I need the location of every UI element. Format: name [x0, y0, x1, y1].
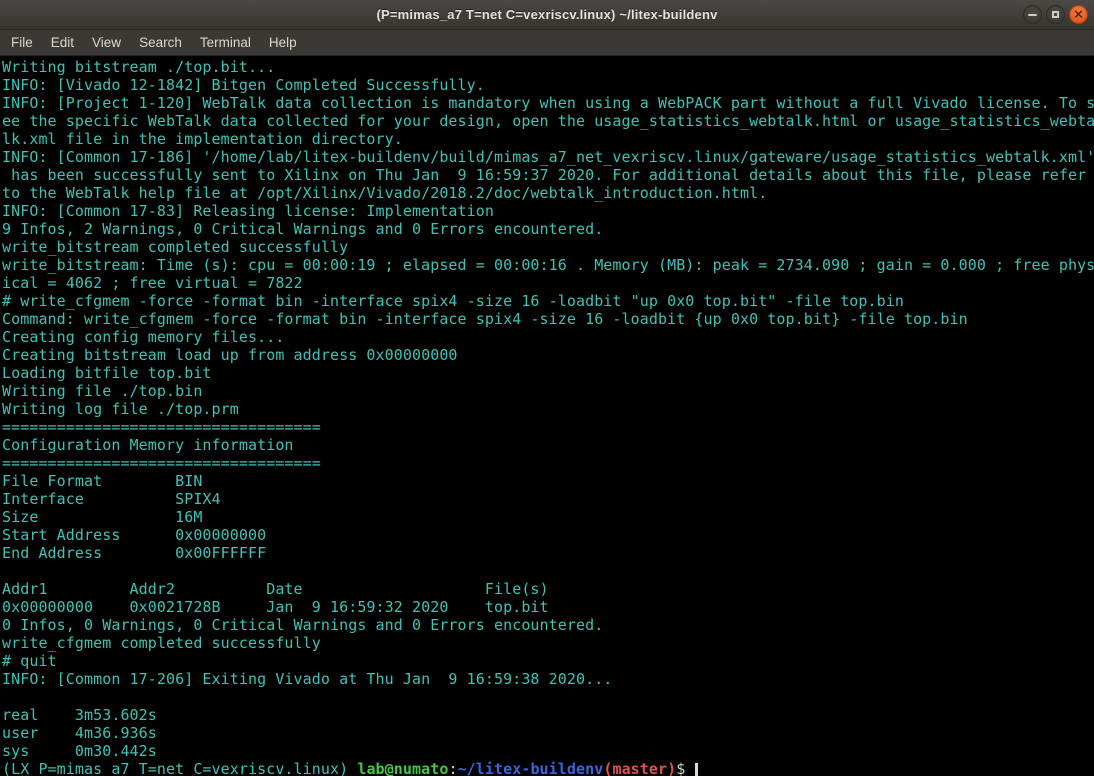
terminal-line: Size 16M	[2, 508, 1094, 526]
menu-item-help[interactable]: Help	[260, 32, 306, 53]
terminal-line: Interface SPIX4	[2, 490, 1094, 508]
menubar: FileEditViewSearchTerminalHelp	[0, 30, 1094, 56]
terminal-line: to the WebTalk help file at /opt/Xilinx/…	[2, 184, 1094, 202]
terminal-line: user 4m36.936s	[2, 724, 1094, 742]
menu-item-terminal[interactable]: Terminal	[191, 32, 260, 53]
terminal-line: INFO: [Common 17-186] '/home/lab/litex-b…	[2, 148, 1094, 166]
terminal-line: write_bitstream: Time (s): cpu = 00:00:1…	[2, 256, 1094, 274]
maximize-icon	[1052, 11, 1059, 18]
terminal-line: INFO: [Project 1-120] WebTalk data colle…	[2, 94, 1094, 112]
minimize-button[interactable]	[1023, 5, 1042, 24]
terminal-line: Writing bitstream ./top.bit...	[2, 58, 1094, 76]
terminal-line: Command: write_cfgmem -force -format bin…	[2, 310, 1094, 328]
terminal-line: lk.xml file in the implementation direct…	[2, 130, 1094, 148]
terminal-line: 0 Infos, 0 Warnings, 0 Critical Warnings…	[2, 616, 1094, 634]
terminal-line: ee the specific WebTalk data collected f…	[2, 112, 1094, 130]
terminal-line: Addr1 Addr2 Date File(s)	[2, 580, 1094, 598]
terminal-output[interactable]: Writing bitstream ./top.bit...INFO: [Viv…	[0, 56, 1094, 776]
terminal-line: has been successfully sent to Xilinx on …	[2, 166, 1094, 184]
prompt-segment-gray: :	[448, 760, 457, 776]
terminal-line: write_cfgmem completed successfully	[2, 634, 1094, 652]
terminal-line: write_bitstream completed successfully	[2, 238, 1094, 256]
terminal-line: End Address 0x00FFFFFF	[2, 544, 1094, 562]
terminal-line: INFO: [Common 17-83] Releasing license: …	[2, 202, 1094, 220]
terminal-line: # quit	[2, 652, 1094, 670]
terminal-line: ical = 4062 ; free virtual = 7822	[2, 274, 1094, 292]
terminal-line: sys 0m30.442s	[2, 742, 1094, 760]
menu-item-file[interactable]: File	[2, 32, 42, 53]
prompt-segment-blue: ~/litex-buildenv	[458, 760, 604, 776]
prompt-segment-gray: $	[676, 760, 694, 776]
terminal-line: Creating config memory files...	[2, 328, 1094, 346]
terminal-line: Loading bitfile top.bit	[2, 364, 1094, 382]
maximize-button[interactable]	[1046, 5, 1065, 24]
prompt-segment-red: (master)	[603, 760, 676, 776]
terminal-line: Writing log file ./top.prm	[2, 400, 1094, 418]
window-title: (P=mimas_a7 T=net C=vexriscv.linux) ~/li…	[376, 7, 717, 22]
close-button[interactable]: ✕	[1069, 5, 1088, 24]
prompt-segment-default: (LX P=mimas_a7 T=net C=vexriscv.linux)	[2, 760, 357, 776]
minimize-icon	[1028, 14, 1037, 16]
text-cursor	[695, 763, 698, 776]
prompt-segment-green: lab@numato	[357, 760, 448, 776]
terminal-line: INFO: [Vivado 12-1842] Bitgen Completed …	[2, 76, 1094, 94]
menu-item-view[interactable]: View	[83, 32, 130, 53]
terminal-line	[2, 688, 1094, 706]
titlebar[interactable]: (P=mimas_a7 T=net C=vexriscv.linux) ~/li…	[0, 0, 1094, 30]
terminal-line: ===================================	[2, 418, 1094, 436]
terminal-line: # write_cfgmem -force -format bin -inter…	[2, 292, 1094, 310]
window-controls: ✕	[1023, 5, 1088, 24]
terminal-line: Creating bitstream load up from address …	[2, 346, 1094, 364]
terminal-line: ===================================	[2, 454, 1094, 472]
terminal-line: Configuration Memory information	[2, 436, 1094, 454]
terminal-line: Writing file ./top.bin	[2, 382, 1094, 400]
close-icon: ✕	[1073, 8, 1083, 20]
terminal-line: INFO: [Common 17-206] Exiting Vivado at …	[2, 670, 1094, 688]
shell-prompt: (LX P=mimas_a7 T=net C=vexriscv.linux) l…	[2, 760, 1094, 776]
menu-item-edit[interactable]: Edit	[42, 32, 83, 53]
terminal-line: 9 Infos, 2 Warnings, 0 Critical Warnings…	[2, 220, 1094, 238]
menu-item-search[interactable]: Search	[130, 32, 191, 53]
terminal-line	[2, 562, 1094, 580]
terminal-line: real 3m53.602s	[2, 706, 1094, 724]
terminal-line: 0x00000000 0x0021728B Jan 9 16:59:32 202…	[2, 598, 1094, 616]
terminal-line: Start Address 0x00000000	[2, 526, 1094, 544]
terminal-window: (P=mimas_a7 T=net C=vexriscv.linux) ~/li…	[0, 0, 1094, 776]
terminal-line: File Format BIN	[2, 472, 1094, 490]
